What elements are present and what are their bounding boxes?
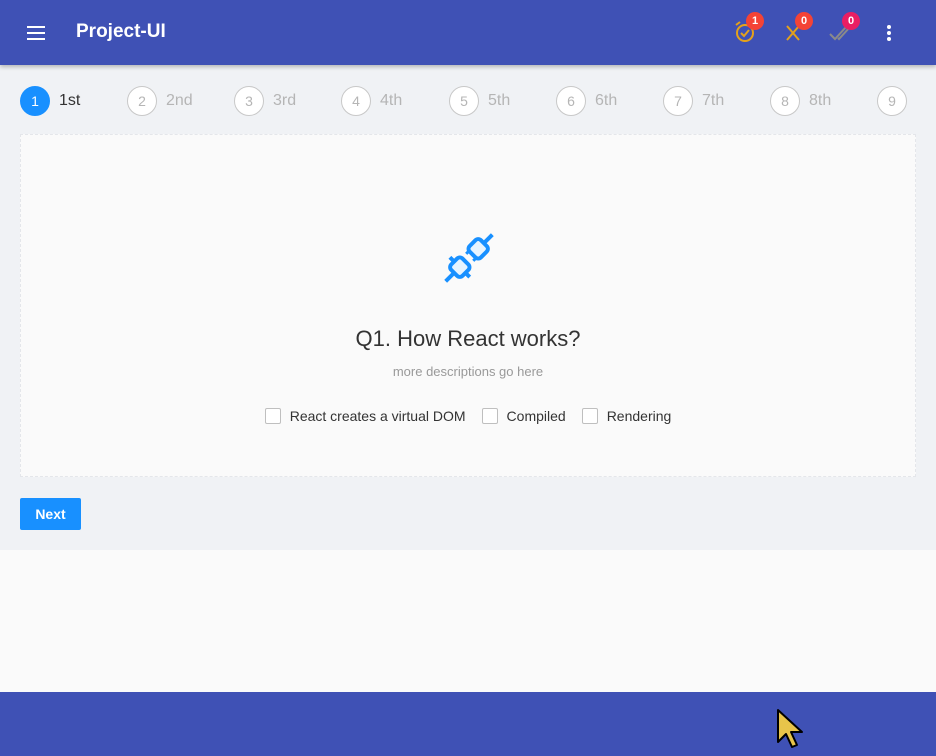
step-9[interactable]: 9 (877, 85, 916, 117)
step-number: 1 (20, 86, 50, 116)
step-number: 3 (234, 86, 264, 116)
step-7[interactable]: 7 7th (663, 85, 724, 117)
question-title: Q1. How React works? (355, 326, 581, 351)
step-number: 2 (127, 86, 157, 116)
pending-count-badge: 1 (746, 12, 764, 30)
step-4[interactable]: 4 4th (341, 85, 402, 117)
menu-icon[interactable] (22, 20, 50, 46)
step-number: 4 (341, 86, 371, 116)
wrong-count-badge: 0 (795, 12, 813, 30)
step-number: 9 (877, 86, 907, 116)
checkbox[interactable] (264, 408, 281, 424)
step-number: 8 (770, 86, 800, 116)
step-label: 2nd (166, 92, 193, 109)
step-2[interactable]: 2 2nd (127, 85, 193, 117)
option-label: Compiled (506, 408, 566, 424)
step-1[interactable]: 1 1st (20, 85, 80, 117)
app-bar: Project-UI 1 0 0 (0, 0, 936, 65)
app-title: Project-UI (76, 21, 166, 42)
main-content: 1 1st 2 2nd 3 3rd 4 4th 5 5th 6 6th 7 7t… (0, 65, 936, 550)
mouse-cursor-icon (776, 708, 806, 750)
step-number: 6 (556, 86, 586, 116)
option-rendering[interactable]: Rendering (581, 408, 672, 424)
step-label: 7th (702, 92, 725, 109)
option-virtual-dom[interactable]: React creates a virtual DOM (264, 408, 466, 424)
step-label: 6th (595, 92, 618, 109)
option-compiled[interactable]: Compiled (481, 408, 566, 424)
step-5[interactable]: 5 5th (449, 85, 510, 117)
step-number: 7 (663, 86, 693, 116)
plug-icon (434, 223, 504, 293)
wrong-status-button[interactable]: 0 (781, 12, 813, 48)
pending-status-button[interactable]: 1 (732, 12, 764, 48)
step-number: 5 (449, 86, 479, 116)
step-label: 1st (59, 92, 81, 109)
checkbox[interactable] (481, 408, 498, 424)
correct-status-button[interactable]: 0 (828, 12, 860, 48)
question-description: more descriptions go here (392, 364, 544, 379)
next-button[interactable]: Next (20, 498, 81, 530)
step-label: 5th (488, 92, 511, 109)
more-vert-icon[interactable] (880, 22, 898, 44)
option-label: Rendering (606, 408, 672, 424)
option-label: React creates a virtual DOM (289, 408, 466, 424)
step-label: 3rd (273, 92, 297, 109)
step-label: 4th (380, 92, 403, 109)
step-8[interactable]: 8 8th (770, 85, 831, 117)
checkbox[interactable] (581, 408, 598, 424)
step-6[interactable]: 6 6th (556, 85, 617, 117)
correct-count-badge: 0 (842, 12, 860, 30)
question-card: Q1. How React works? more descriptions g… (20, 134, 916, 477)
step-label: 8th (809, 92, 832, 109)
answer-options: React creates a virtual DOM Compiled Ren… (21, 408, 915, 424)
steps-bar: 1 1st 2 2nd 3 3rd 4 4th 5 5th 6 6th 7 7t… (20, 85, 920, 117)
step-3[interactable]: 3 3rd (234, 85, 296, 117)
